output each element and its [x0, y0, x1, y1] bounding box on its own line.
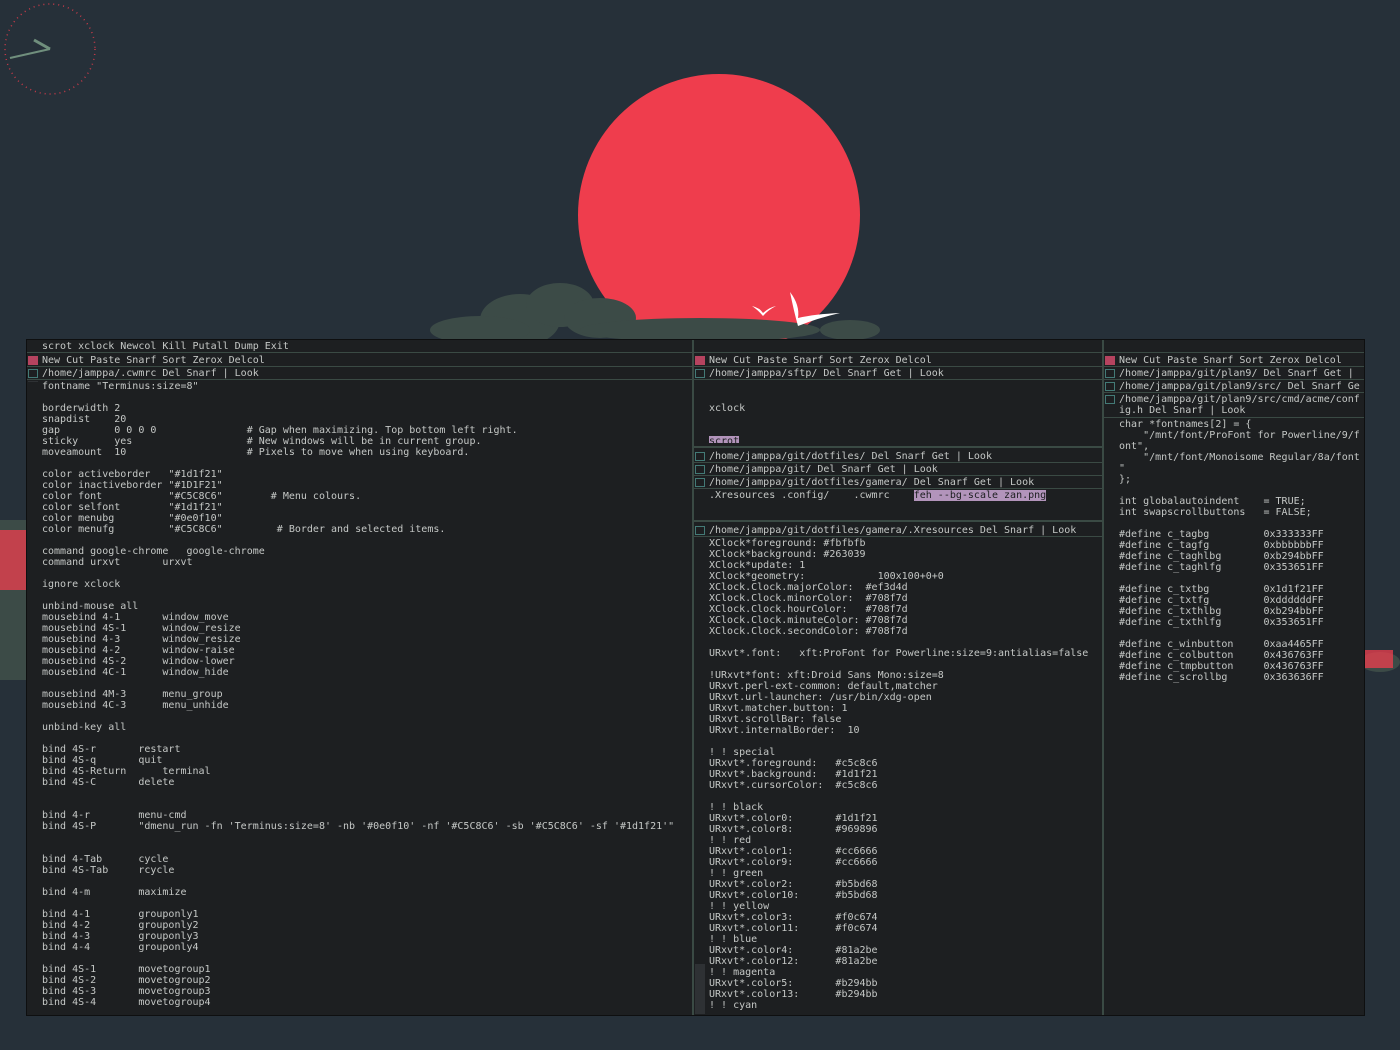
- column-2-tag[interactable]: New Cut Paste Snarf Sort Zerox Delcol: [694, 354, 1102, 367]
- window-plan9-src-tag[interactable]: /home/jamppa/git/plan9/src/ Del Snarf Ge: [1104, 380, 1364, 393]
- window-xresources-tag[interactable]: /home/jamppa/git/dotfiles/gamera/.Xresou…: [694, 524, 1102, 537]
- window-dotfiles: /home/jamppa/git/dotfiles/ Del Snarf Get…: [694, 450, 1102, 463]
- window-config-h: /home/jamppa/git/plan9/src/cmd/acme/conf…: [1104, 393, 1364, 1015]
- file-xclock[interactable]: xclock: [709, 403, 1102, 414]
- window-config-h-body[interactable]: char *fontnames[2] = { "/mnt/font/ProFon…: [1119, 419, 1364, 1015]
- acme-window: scrot xclock Newcol Kill Putall Dump Exi…: [26, 339, 1365, 1016]
- window-plan9-src-button[interactable]: [1105, 382, 1115, 391]
- window-xresources-button[interactable]: [695, 526, 705, 535]
- column-3: New Cut Paste Snarf Sort Zerox Delcol /h…: [1104, 354, 1364, 1015]
- file-scrot[interactable]: scrot: [709, 436, 740, 443]
- window-plan9-button[interactable]: [1105, 369, 1115, 378]
- window-config-h-button[interactable]: [1105, 395, 1115, 404]
- window-gamera-body[interactable]: .Xresources .config/ .cwmrc feh --bg-sca…: [709, 490, 1102, 520]
- column-1-button[interactable]: [28, 356, 38, 365]
- window-gamera-button[interactable]: [695, 478, 705, 487]
- window-cwmrc-body[interactable]: fontname "Terminus:size=8" borderwidth 2…: [42, 381, 692, 1015]
- window-cwmrc-button[interactable]: [28, 369, 38, 378]
- window-sftp: /home/jamppa/sftp/ Del Snarf Get | Look …: [694, 367, 1102, 443]
- window-cwmrc-scrollbar[interactable]: [28, 381, 38, 382]
- window-gamera: /home/jamppa/git/dotfiles/gamera/ Del Sn…: [694, 476, 1102, 520]
- column-1: New Cut Paste Snarf Sort Zerox Delcol /h…: [27, 354, 692, 1015]
- xclock: [4, 3, 96, 95]
- window-git-tag[interactable]: /home/jamppa/git/ Del Snarf Get | Look: [694, 463, 1102, 476]
- column-3-tag[interactable]: New Cut Paste Snarf Sort Zerox Delcol: [1104, 354, 1364, 367]
- feh-command[interactable]: feh --bg-scale zan.png: [913, 490, 1047, 501]
- window-plan9-src: /home/jamppa/git/plan9/src/ Del Snarf Ge: [1104, 380, 1364, 393]
- window-xresources-body[interactable]: XClock*foreground: #fbfbfb XClock*backgr…: [709, 538, 1102, 1015]
- window-dotfiles-tag[interactable]: /home/jamppa/git/dotfiles/ Del Snarf Get…: [694, 450, 1102, 463]
- column-2: New Cut Paste Snarf Sort Zerox Delcol /h…: [694, 354, 1102, 1015]
- window-sftp-tag[interactable]: /home/jamppa/sftp/ Del Snarf Get | Look: [694, 367, 1102, 380]
- acme-main-tag[interactable]: scrot xclock Newcol Kill Putall Dump Exi…: [27, 340, 1364, 353]
- window-plan9: /home/jamppa/git/plan9/ Del Snarf Get |: [1104, 367, 1364, 380]
- window-git-button[interactable]: [695, 465, 705, 474]
- window-xresources: /home/jamppa/git/dotfiles/gamera/.Xresou…: [694, 524, 1102, 1015]
- window-config-h-tag[interactable]: /home/jamppa/git/plan9/src/cmd/acme/conf…: [1104, 393, 1364, 418]
- window-git: /home/jamppa/git/ Del Snarf Get | Look: [694, 463, 1102, 476]
- window-cwmrc-tag[interactable]: /home/jamppa/.cwmrc Del Snarf | Look: [27, 367, 692, 380]
- window-plan9-tag[interactable]: /home/jamppa/git/plan9/ Del Snarf Get |: [1104, 367, 1364, 380]
- window-xresources-scrollbar[interactable]: [695, 964, 705, 1014]
- column-3-button[interactable]: [1105, 356, 1115, 365]
- window-sftp-body[interactable]: xclock scrot: [709, 381, 1102, 443]
- column-2-button[interactable]: [695, 356, 705, 365]
- window-cwmrc: /home/jamppa/.cwmrc Del Snarf | Look fon…: [27, 367, 692, 1015]
- window-gamera-tag[interactable]: /home/jamppa/git/dotfiles/gamera/ Del Sn…: [694, 476, 1102, 489]
- window-sftp-button[interactable]: [695, 369, 705, 378]
- window-dotfiles-button[interactable]: [695, 452, 705, 461]
- column-1-tag[interactable]: New Cut Paste Snarf Sort Zerox Delcol: [27, 354, 692, 367]
